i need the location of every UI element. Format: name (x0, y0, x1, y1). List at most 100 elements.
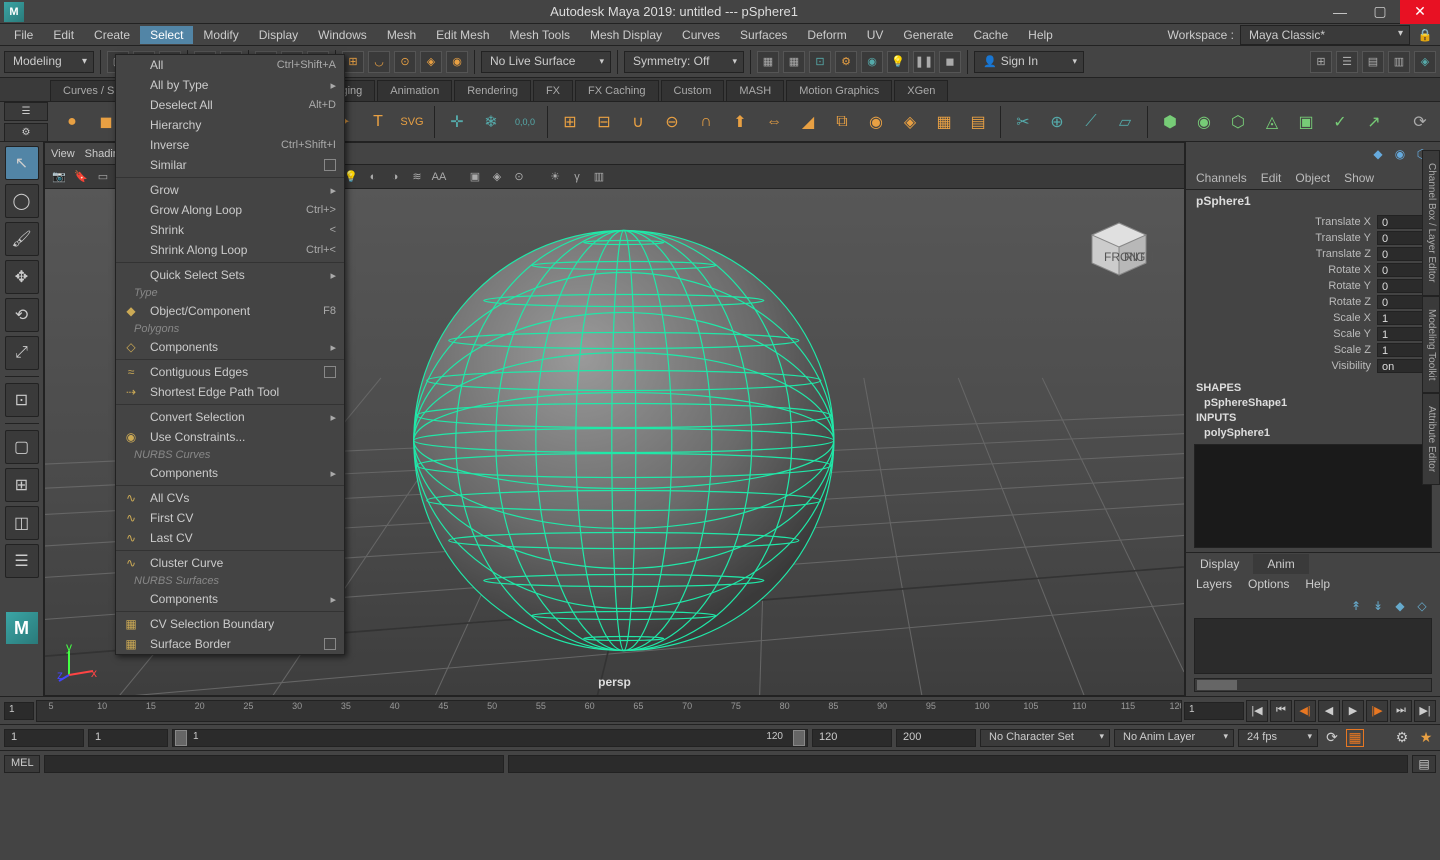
move-layer-up-icon[interactable]: ↟ (1348, 598, 1364, 614)
anim-layer-dropdown[interactable]: No Anim Layer (1114, 729, 1234, 747)
range-end-field[interactable]: 200 (896, 729, 976, 747)
poly-sphere-icon[interactable]: ● (56, 106, 88, 138)
menu-surfaces[interactable]: Surfaces (730, 26, 797, 44)
time-track[interactable]: 5101520253035404550556065707580859095100… (36, 700, 1182, 722)
maximize-button[interactable]: ▢ (1360, 0, 1400, 24)
menu-cache[interactable]: Cache (963, 26, 1018, 44)
menu-item-components[interactable]: Components▸ (116, 589, 344, 609)
go-end-button[interactable]: ▶| (1414, 700, 1436, 722)
current-time-field[interactable]: 1 (1184, 702, 1244, 720)
step-fwd-key-button[interactable]: ⏭ (1390, 700, 1412, 722)
play-back-button[interactable]: ◀ (1318, 700, 1340, 722)
snap-plane-icon[interactable]: ◈ (420, 51, 442, 73)
display-layer-tab[interactable]: Display (1186, 554, 1253, 574)
outliner-toggle-icon[interactable]: ☰ (1336, 51, 1358, 73)
render-icon[interactable]: ▦ (757, 51, 779, 73)
shelf-tab-rendering[interactable]: Rendering (454, 80, 531, 101)
animation-prefs-icon[interactable]: ⚙ (1392, 728, 1412, 748)
mode-dropdown[interactable]: Modeling (4, 51, 94, 73)
layer-scroll[interactable] (1194, 678, 1432, 692)
shadows-icon[interactable]: ◐ (363, 167, 383, 187)
menu-help[interactable]: Help (1018, 26, 1063, 44)
step-fwd-button[interactable]: |▶ (1366, 700, 1388, 722)
auto-key-icon[interactable]: ▦ (1346, 729, 1364, 747)
select-camera-icon[interactable]: 📷 (49, 167, 69, 187)
menu-item-similar[interactable]: Similar (116, 155, 344, 175)
menu-modify[interactable]: Modify (193, 26, 248, 44)
shelf-tab-animation[interactable]: Animation (377, 80, 452, 101)
target-weld-icon[interactable]: ⊕ (1041, 106, 1073, 138)
light-editor-icon[interactable]: 💡 (887, 51, 909, 73)
image-plane-icon[interactable]: ▭ (93, 167, 113, 187)
menu-create[interactable]: Create (84, 26, 140, 44)
motion-blur-icon[interactable]: ≋ (407, 167, 427, 187)
menu-item-first-cv[interactable]: ∿First CV (116, 508, 344, 528)
shelf-tab-custom[interactable]: Custom (661, 80, 725, 101)
vp-menu-view[interactable]: View (51, 148, 75, 160)
freeze-icon[interactable]: ❄ (475, 106, 507, 138)
menu-display[interactable]: Display (249, 26, 308, 44)
cleanup-icon[interactable]: ✓ (1324, 106, 1356, 138)
type-tool-icon[interactable]: T (362, 106, 394, 138)
shelf-tab-mash[interactable]: MASH (726, 80, 784, 101)
crease-icon[interactable]: ⬡ (1222, 106, 1254, 138)
loop-icon[interactable]: ⟳ (1322, 728, 1342, 748)
menu-item-all-by-type[interactable]: All by Type▸ (116, 75, 344, 95)
gamma-icon[interactable]: γ (567, 167, 587, 187)
menu-deform[interactable]: Deform (797, 26, 856, 44)
panel-layout-icon[interactable]: ⊞ (1310, 51, 1332, 73)
range-start-thumb[interactable] (175, 730, 187, 746)
live-surface-dropdown[interactable]: No Live Surface (481, 51, 611, 73)
menu-mesh[interactable]: Mesh (377, 26, 426, 44)
channel-tab-edit[interactable]: Edit (1261, 171, 1282, 185)
render-view-icon[interactable]: ⊡ (809, 51, 831, 73)
xray-joints-icon[interactable]: ⊙ (509, 167, 529, 187)
shelf-menu-icon[interactable]: ☰ (4, 102, 48, 121)
options-menu-item[interactable]: Options (1248, 577, 1289, 591)
menu-select[interactable]: Select (140, 26, 193, 44)
menu-item-shortest-edge-path-tool[interactable]: ⇢Shortest Edge Path Tool (116, 382, 344, 402)
channel-tab-channels[interactable]: Channels (1196, 171, 1247, 185)
triangulate-icon[interactable]: ◬ (1256, 106, 1288, 138)
workspace-dropdown[interactable]: Maya Classic* (1240, 25, 1410, 45)
aa-icon[interactable]: AA (429, 167, 449, 187)
symmetry-dropdown[interactable]: Symmetry: Off (624, 51, 744, 73)
menu-item-convert-selection[interactable]: Convert Selection▸ (116, 407, 344, 427)
snap-grid-icon[interactable]: ⊞ (342, 51, 364, 73)
shelf-gear-icon[interactable]: ⚙ (4, 123, 48, 142)
fps-dropdown[interactable]: 24 fps (1238, 729, 1318, 747)
vtab-attribute-editor[interactable]: Attribute Editor (1422, 393, 1440, 485)
shelf-update-icon[interactable]: ⟳ (1404, 106, 1436, 138)
render-settings-icon[interactable]: ⚙ (835, 51, 857, 73)
connect-icon[interactable]: ⟋ (1075, 106, 1107, 138)
menu-item-cluster-curve[interactable]: ∿Cluster Curve (116, 553, 344, 573)
option-box-icon[interactable] (324, 638, 336, 650)
layer-list[interactable] (1194, 618, 1432, 674)
menu-item-last-cv[interactable]: ∿Last CV (116, 528, 344, 548)
play-fwd-button[interactable]: ▶ (1342, 700, 1364, 722)
object-name[interactable]: pSphere1 (1186, 190, 1440, 212)
option-box-icon[interactable] (324, 159, 336, 171)
layers-menu-item[interactable]: Layers (1196, 577, 1232, 591)
vtab-channel-box-layer-editor[interactable]: Channel Box / Layer Editor (1422, 150, 1440, 296)
boolean-union-icon[interactable]: ∪ (622, 106, 654, 138)
range-end-thumb[interactable] (793, 730, 805, 746)
shelf-tab-fx[interactable]: FX (533, 80, 573, 101)
sphere-object[interactable] (403, 221, 843, 664)
step-back-key-button[interactable]: ⏮ (1270, 700, 1292, 722)
quadrangulate-icon[interactable]: ▣ (1290, 106, 1322, 138)
menu-item-grow-along-loop[interactable]: Grow Along LoopCtrl+> (116, 200, 344, 220)
help-menu-item[interactable]: Help (1305, 577, 1330, 591)
menu-item-components[interactable]: ◇Components▸ (116, 337, 344, 357)
svg-tool-icon[interactable]: SVG (396, 106, 428, 138)
smooth-icon[interactable]: ◉ (860, 106, 892, 138)
pause-icon[interactable]: ❚❚ (913, 51, 935, 73)
menu-item-all-cvs[interactable]: ∿All CVs (116, 488, 344, 508)
pivot-icon[interactable]: ✛ (441, 106, 473, 138)
view-cube[interactable]: FRONT RIGHT (1084, 219, 1154, 279)
ipr-icon[interactable]: ▦ (783, 51, 805, 73)
play-end-field[interactable]: 120 (812, 729, 892, 747)
move-tool-button[interactable]: ✥ (5, 260, 39, 294)
select-tool-button[interactable]: ↖ (5, 146, 39, 180)
menu-item-contiguous-edges[interactable]: ≈Contiguous Edges (116, 362, 344, 382)
